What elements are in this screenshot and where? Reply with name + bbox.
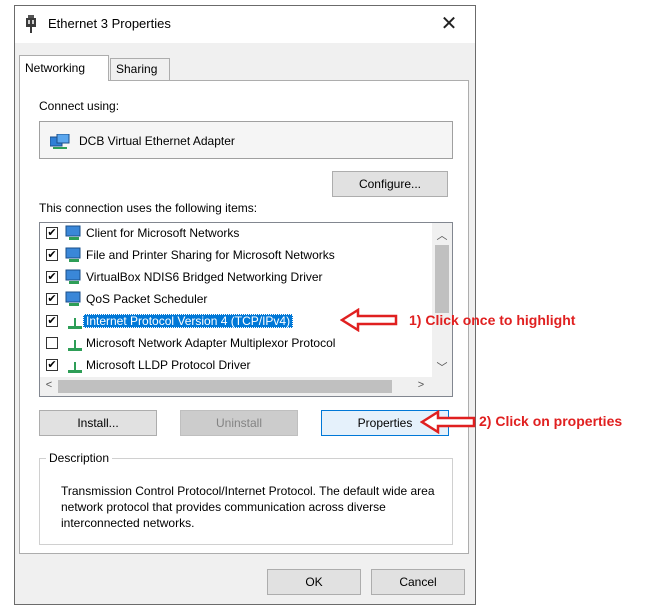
properties-dialog: Ethernet 3 Properties ✕ Networking Shari…: [14, 5, 476, 605]
item-label: VirtualBox NDIS6 Bridged Networking Driv…: [86, 270, 323, 284]
list-item[interactable]: ✔ File and Printer Sharing for Microsoft…: [40, 245, 432, 267]
item-label: QoS Packet Scheduler: [86, 292, 208, 306]
scroll-left-icon[interactable]: <: [40, 379, 58, 391]
vertical-scroll-thumb[interactable]: [435, 245, 449, 313]
close-icon[interactable]: ✕: [429, 10, 469, 38]
item-checkbox[interactable]: ✔: [46, 359, 58, 371]
items-label: This connection uses the following items…: [39, 201, 258, 215]
item-checkbox[interactable]: ✔: [46, 293, 58, 305]
scroll-down-icon[interactable]: ﹀: [433, 359, 451, 375]
annotation-step2: 2) Click on properties: [479, 413, 623, 429]
list-item[interactable]: ✔ Client for Microsoft Networks: [40, 223, 432, 245]
ethernet-plug-icon: [26, 15, 36, 33]
scroll-right-icon[interactable]: >: [412, 379, 430, 391]
horizontal-scroll-thumb[interactable]: [58, 380, 392, 393]
network-service-icon: [65, 269, 81, 284]
install-button[interactable]: Install...: [39, 410, 157, 436]
annotation-step1: 1) Click once to highlight: [409, 312, 576, 328]
list-item[interactable]: ✔ Microsoft LLDP Protocol Driver: [40, 355, 432, 377]
network-client-icon: [65, 225, 81, 240]
description-text: Transmission Control Protocol/Internet P…: [61, 484, 435, 530]
description-title: Description: [46, 451, 113, 465]
item-label: Microsoft Network Adapter Multiplexor Pr…: [86, 336, 336, 350]
adapter-name: DCB Virtual Ethernet Adapter: [79, 134, 235, 148]
horizontal-scrollbar[interactable]: < >: [40, 377, 432, 396]
item-checkbox[interactable]: ✔: [46, 249, 58, 261]
annotation-arrow-icon: [420, 410, 476, 434]
networking-panel: Connect using: DCB Virtual Ethernet Adap…: [19, 80, 469, 554]
connect-using-label: Connect using:: [39, 99, 120, 113]
network-adapter-icon: [50, 134, 70, 149]
annotation-arrow-icon: [340, 308, 398, 332]
vertical-scrollbar[interactable]: ︿ ﹀: [432, 223, 452, 377]
protocol-icon: [68, 340, 82, 351]
item-checkbox[interactable]: ✔: [46, 227, 58, 239]
network-service-icon: [65, 291, 81, 306]
list-item[interactable]: ✔ VirtualBox NDIS6 Bridged Networking Dr…: [40, 267, 432, 289]
uninstall-button: Uninstall: [180, 410, 298, 436]
item-label: File and Printer Sharing for Microsoft N…: [86, 248, 335, 262]
cancel-button[interactable]: Cancel: [371, 569, 465, 595]
window-title: Ethernet 3 Properties: [48, 16, 171, 31]
tab-networking[interactable]: Networking: [19, 55, 109, 81]
item-label: Client for Microsoft Networks: [86, 226, 240, 240]
scrollbar-corner: [432, 377, 452, 396]
description-group: Description Transmission Control Protoco…: [39, 451, 453, 545]
title-bar[interactable]: Ethernet 3 Properties ✕: [15, 6, 475, 43]
item-checkbox[interactable]: ✔: [46, 271, 58, 283]
list-item[interactable]: Microsoft Network Adapter Multiplexor Pr…: [40, 333, 432, 355]
ok-button[interactable]: OK: [267, 569, 361, 595]
item-label: Internet Protocol Version 4 (TCP/IPv4): [83, 314, 294, 328]
item-label: Microsoft LLDP Protocol Driver: [86, 358, 251, 372]
item-checkbox[interactable]: [46, 337, 58, 349]
tab-sharing[interactable]: Sharing: [110, 58, 170, 80]
configure-button[interactable]: Configure...: [332, 171, 448, 197]
protocol-icon: [68, 362, 82, 373]
network-service-icon: [65, 247, 81, 262]
scroll-up-icon[interactable]: ︿: [433, 227, 451, 243]
adapter-field: DCB Virtual Ethernet Adapter: [39, 121, 453, 159]
item-checkbox[interactable]: ✔: [46, 315, 58, 327]
